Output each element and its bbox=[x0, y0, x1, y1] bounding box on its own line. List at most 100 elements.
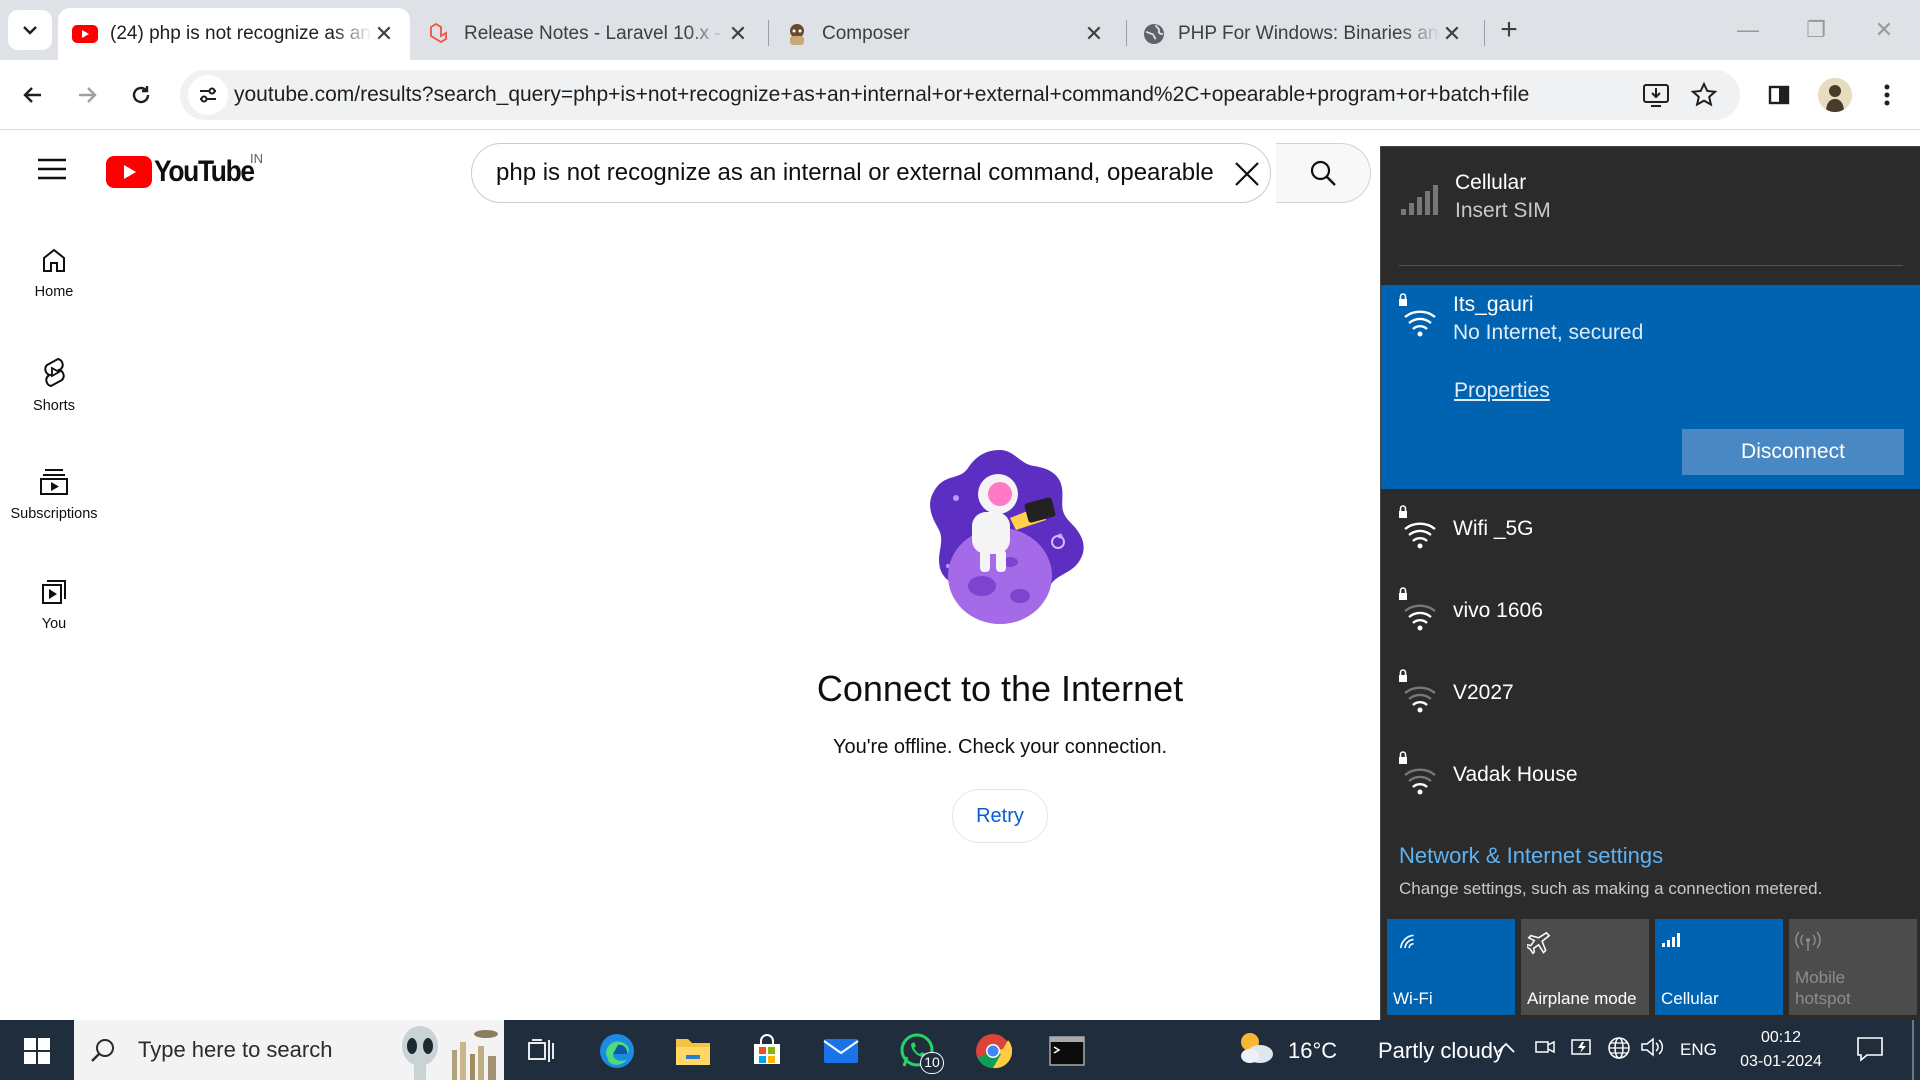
offline-subtitle: You're offline. Check your connection. bbox=[832, 736, 1168, 758]
close-window-button[interactable]: ✕ bbox=[1850, 0, 1918, 60]
mobile-hotspot-toggle[interactable]: Mobile hotspot bbox=[1789, 919, 1917, 1015]
battery-tray[interactable] bbox=[1570, 1036, 1594, 1063]
taskbar-search-box[interactable]: Type here to search bbox=[74, 1020, 504, 1080]
search-placeholder: Type here to search bbox=[138, 1037, 333, 1062]
tab-php-windows[interactable]: PHP For Windows: Binaries and sources Re… bbox=[1128, 8, 1478, 60]
guide-item-label: Home bbox=[34, 284, 74, 300]
site-info-button[interactable] bbox=[188, 75, 228, 115]
clear-search-button[interactable] bbox=[1234, 161, 1260, 192]
close-icon[interactable]: ✕ bbox=[372, 21, 396, 46]
network-flyout: Cellular Insert SIM Its_gauri No Interne… bbox=[1380, 146, 1920, 1020]
wifi-secured-icon bbox=[1399, 669, 1436, 713]
new-tab-button[interactable]: + bbox=[1492, 14, 1526, 48]
offline-illustration bbox=[910, 446, 1090, 635]
forward-button[interactable] bbox=[68, 76, 106, 114]
restore-button[interactable]: ❐ bbox=[1782, 0, 1850, 60]
guide-item-you[interactable]: You bbox=[0, 578, 108, 678]
terminal-icon bbox=[1049, 1036, 1085, 1066]
airplane-mode-toggle[interactable]: Airplane mode bbox=[1521, 919, 1649, 1015]
tab-title: Composer bbox=[822, 23, 910, 44]
chrome-menu-button[interactable] bbox=[1868, 76, 1906, 114]
task-view-button[interactable] bbox=[510, 1026, 572, 1076]
back-button[interactable] bbox=[14, 76, 52, 114]
you-icon bbox=[42, 580, 66, 604]
file-explorer-app[interactable] bbox=[662, 1026, 724, 1076]
terminal-app[interactable] bbox=[1036, 1026, 1098, 1076]
chrome-app[interactable] bbox=[962, 1026, 1024, 1076]
tab-title: (24) php is not recognize as an internal… bbox=[110, 23, 372, 44]
reload-button[interactable] bbox=[122, 76, 160, 114]
youtube-logo[interactable]: YouTube bbox=[106, 155, 267, 189]
offline-message: Connect to the Internet You're offline. … bbox=[700, 668, 1300, 843]
microsoft-store-app[interactable] bbox=[736, 1026, 798, 1076]
notification-badge: 10 bbox=[920, 1052, 944, 1074]
subscriptions-icon bbox=[40, 469, 68, 495]
offline-title: Connect to the Internet bbox=[816, 668, 1184, 709]
wifi-network-item[interactable]: V2027 bbox=[1381, 661, 1920, 731]
camera-icon bbox=[1535, 1040, 1555, 1054]
cellular-network[interactable]: Cellular Insert SIM bbox=[1381, 171, 1920, 241]
globe-network-icon bbox=[1608, 1037, 1630, 1059]
url-text: youtube.com/results?search_query=php+is+… bbox=[234, 83, 1530, 106]
profile-avatar[interactable] bbox=[1818, 78, 1852, 112]
cellular-signal-icon bbox=[1401, 185, 1438, 215]
network-name: Cellular bbox=[1455, 171, 1527, 194]
volume-tray[interactable] bbox=[1640, 1036, 1664, 1063]
wifi-network-item[interactable]: Vadak House bbox=[1381, 743, 1920, 813]
search-icon bbox=[1310, 160, 1336, 186]
close-icon[interactable]: ✕ bbox=[1082, 21, 1106, 46]
minimize-button[interactable]: — bbox=[1714, 0, 1782, 60]
tab-youtube[interactable]: (24) php is not recognize as an internal… bbox=[58, 8, 410, 60]
clock-date: 03-01-2024 bbox=[1740, 1053, 1822, 1070]
tab-laravel[interactable]: Release Notes - Laravel 10.x - The PHP F… bbox=[414, 8, 764, 60]
tune-icon bbox=[200, 87, 216, 103]
bookmark-button[interactable] bbox=[1690, 81, 1718, 114]
tab-composer[interactable]: Composer ✕ bbox=[770, 8, 1120, 60]
airplane-icon bbox=[1524, 931, 1551, 955]
arrow-right-icon bbox=[79, 87, 97, 103]
side-panel-button[interactable] bbox=[1760, 76, 1798, 114]
whatsapp-app[interactable]: 10 bbox=[886, 1026, 948, 1076]
edge-app[interactable] bbox=[586, 1026, 648, 1076]
youtube-logo-icon bbox=[106, 156, 152, 188]
guide-menu-button[interactable] bbox=[36, 157, 68, 186]
tab-search-button[interactable] bbox=[8, 10, 52, 50]
install-icon bbox=[1643, 84, 1669, 107]
weather-widget[interactable] bbox=[1236, 1030, 1276, 1071]
properties-link[interactable]: Properties bbox=[1454, 379, 1550, 403]
network-tray[interactable] bbox=[1606, 1035, 1632, 1066]
chevron-down-icon bbox=[23, 26, 37, 35]
address-bar[interactable]: youtube.com/results?search_query=php+is+… bbox=[180, 70, 1740, 120]
disconnect-button[interactable]: Disconnect bbox=[1682, 429, 1904, 475]
astronaut-planet-icon bbox=[930, 450, 1084, 624]
composer-icon bbox=[790, 24, 804, 45]
browser-tab-strip: (24) php is not recognize as an internal… bbox=[0, 0, 1920, 60]
wifi-network-item[interactable]: Wifi _5G bbox=[1381, 497, 1920, 567]
close-icon[interactable]: ✕ bbox=[726, 21, 750, 46]
connected-network[interactable]: Its_gauri No Internet, secured Propertie… bbox=[1381, 285, 1920, 489]
show-desktop-button[interactable] bbox=[1912, 1020, 1914, 1080]
mail-app[interactable] bbox=[810, 1026, 872, 1076]
search-button[interactable] bbox=[1276, 143, 1371, 203]
search-input[interactable]: php is not recognize as an internal or e… bbox=[472, 144, 1217, 202]
guide-item-label: Shorts bbox=[33, 398, 75, 414]
wifi-toggle[interactable]: Wi-Fi bbox=[1387, 919, 1515, 1015]
clock[interactable]: 00:12 03-01-2024 bbox=[1736, 1026, 1826, 1074]
meet-now-tray[interactable] bbox=[1534, 1036, 1556, 1063]
cellular-toggle[interactable]: Cellular bbox=[1655, 919, 1783, 1015]
start-button[interactable] bbox=[6, 1026, 68, 1076]
guide-item-label: Subscriptions bbox=[10, 506, 98, 522]
action-center-button[interactable] bbox=[1856, 1036, 1884, 1067]
retry-button[interactable]: Retry bbox=[952, 789, 1048, 843]
guide-item-subscriptions[interactable]: Subscriptions bbox=[0, 468, 108, 568]
guide-item-shorts[interactable]: Shorts bbox=[0, 356, 108, 456]
show-hidden-icons-button[interactable] bbox=[1496, 1040, 1516, 1059]
close-icon[interactable]: ✕ bbox=[1440, 21, 1464, 46]
network-settings-description: Change settings, such as making a connec… bbox=[1399, 879, 1823, 898]
network-settings-link[interactable]: Network & Internet settings bbox=[1399, 843, 1663, 869]
wifi-secured-icon bbox=[1399, 293, 1436, 337]
guide-item-home[interactable]: Home bbox=[0, 246, 108, 346]
wifi-network-item[interactable]: vivo 1606 bbox=[1381, 579, 1920, 649]
input-language[interactable]: ENG bbox=[1680, 1040, 1717, 1060]
install-app-button[interactable] bbox=[1642, 82, 1670, 113]
